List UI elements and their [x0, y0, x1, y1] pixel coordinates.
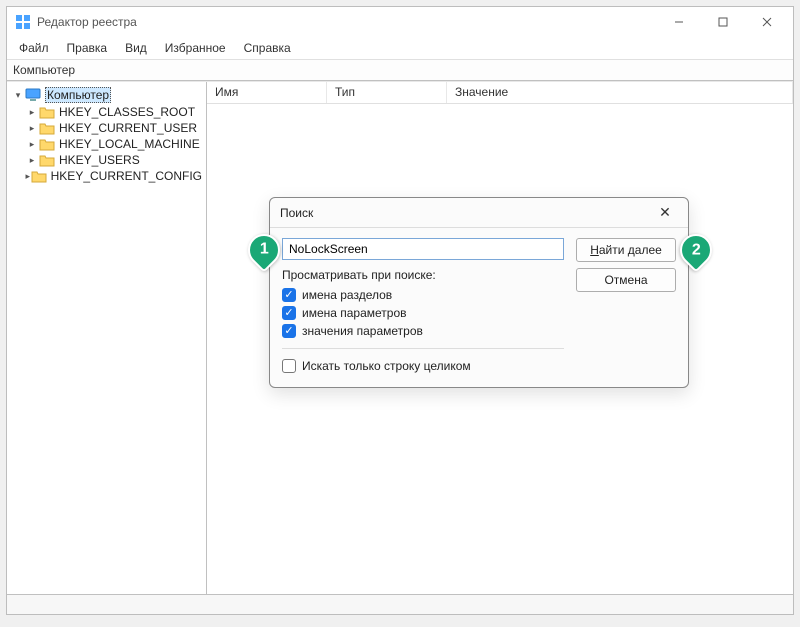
menu-favorites[interactable]: Избранное	[157, 39, 234, 57]
address-bar[interactable]: Компьютер	[7, 59, 793, 81]
tree-item-label: HKEY_LOCAL_MACHINE	[59, 137, 200, 151]
column-value[interactable]: Значение	[447, 82, 793, 103]
tree-item-hkcc[interactable]: ▸ HKEY_CURRENT_CONFIG	[23, 168, 204, 184]
checkbox-values-label: имена параметров	[302, 306, 407, 320]
tree-item-hku[interactable]: ▸ HKEY_USERS	[23, 152, 204, 168]
checkbox-whole-row[interactable]: Искать только строку целиком	[282, 357, 564, 375]
folder-icon	[39, 137, 55, 151]
dialog-left: Просматривать при поиске: имена разделов…	[282, 238, 564, 375]
look-at-label: Просматривать при поиске:	[282, 268, 564, 282]
checkbox-data[interactable]	[282, 324, 296, 338]
column-type[interactable]: Тип	[327, 82, 447, 103]
expand-icon[interactable]: ▸	[25, 123, 39, 134]
app-icon	[15, 14, 31, 30]
tree-root-label: Компьютер	[45, 87, 111, 103]
statusbar	[7, 594, 793, 614]
computer-icon	[25, 88, 41, 102]
checkbox-keys[interactable]	[282, 288, 296, 302]
expand-icon[interactable]: ▸	[25, 107, 39, 118]
minimize-button[interactable]	[657, 8, 701, 36]
checkbox-whole[interactable]	[282, 359, 296, 373]
close-button[interactable]	[745, 8, 789, 36]
dialog-body: Просматривать при поиске: имена разделов…	[270, 228, 688, 387]
checkbox-values[interactable]	[282, 306, 296, 320]
checkbox-values-row[interactable]: имена параметров	[282, 304, 564, 322]
list-header: Имя Тип Значение	[207, 82, 793, 104]
dialog-close-button[interactable]: ✕	[652, 204, 678, 221]
menu-file[interactable]: Файл	[11, 39, 57, 57]
window-controls	[657, 8, 789, 36]
menu-help[interactable]: Справка	[236, 39, 299, 57]
checkbox-keys-label: имена разделов	[302, 288, 392, 302]
tree-children: ▸ HKEY_CLASSES_ROOT ▸ HKEY_CURRENT_USER …	[9, 104, 204, 184]
menubar: Файл Правка Вид Избранное Справка	[7, 37, 793, 59]
folder-icon	[39, 121, 55, 135]
folder-icon	[31, 169, 47, 183]
titlebar: Редактор реестра	[7, 7, 793, 37]
tree-pane[interactable]: ▾ Компьютер ▸ HKEY_CLASSES_ROOT ▸ HKEY_C…	[7, 82, 207, 594]
tree-item-hklm[interactable]: ▸ HKEY_LOCAL_MACHINE	[23, 136, 204, 152]
dialog-buttons: Найти далее Отмена	[576, 238, 676, 375]
cancel-button[interactable]: Отмена	[576, 268, 676, 292]
tree-item-label: HKEY_USERS	[59, 153, 140, 167]
tree-item-hkcu[interactable]: ▸ HKEY_CURRENT_USER	[23, 120, 204, 136]
collapse-icon[interactable]: ▾	[11, 90, 25, 101]
maximize-button[interactable]	[701, 8, 745, 36]
tree-item-label: HKEY_CURRENT_USER	[59, 121, 197, 135]
expand-icon[interactable]: ▸	[25, 139, 39, 150]
folder-icon	[39, 153, 55, 167]
find-next-button[interactable]: Найти далее	[576, 238, 676, 262]
column-name[interactable]: Имя	[207, 82, 327, 103]
checkbox-data-row[interactable]: значения параметров	[282, 322, 564, 340]
tree-root[interactable]: ▾ Компьютер	[9, 86, 204, 104]
find-dialog: Поиск ✕ Просматривать при поиске: имена …	[269, 197, 689, 388]
menu-edit[interactable]: Правка	[59, 39, 116, 57]
tree-item-label: HKEY_CLASSES_ROOT	[59, 105, 195, 119]
dialog-titlebar: Поиск ✕	[270, 198, 688, 228]
address-text: Компьютер	[13, 63, 75, 77]
checkbox-data-label: значения параметров	[302, 324, 423, 338]
divider	[282, 348, 564, 349]
folder-icon	[39, 105, 55, 119]
tree-item-hkcr[interactable]: ▸ HKEY_CLASSES_ROOT	[23, 104, 204, 120]
checkbox-keys-row[interactable]: имена разделов	[282, 286, 564, 304]
window-title: Редактор реестра	[37, 15, 657, 29]
expand-icon[interactable]: ▸	[25, 155, 39, 166]
find-input[interactable]	[282, 238, 564, 260]
registry-editor-window: Редактор реестра Файл Правка Вид Избранн…	[6, 6, 794, 615]
tree-item-label: HKEY_CURRENT_CONFIG	[51, 169, 202, 183]
checkbox-whole-label: Искать только строку целиком	[302, 359, 471, 373]
menu-view[interactable]: Вид	[117, 39, 155, 57]
dialog-title: Поиск	[280, 206, 652, 220]
